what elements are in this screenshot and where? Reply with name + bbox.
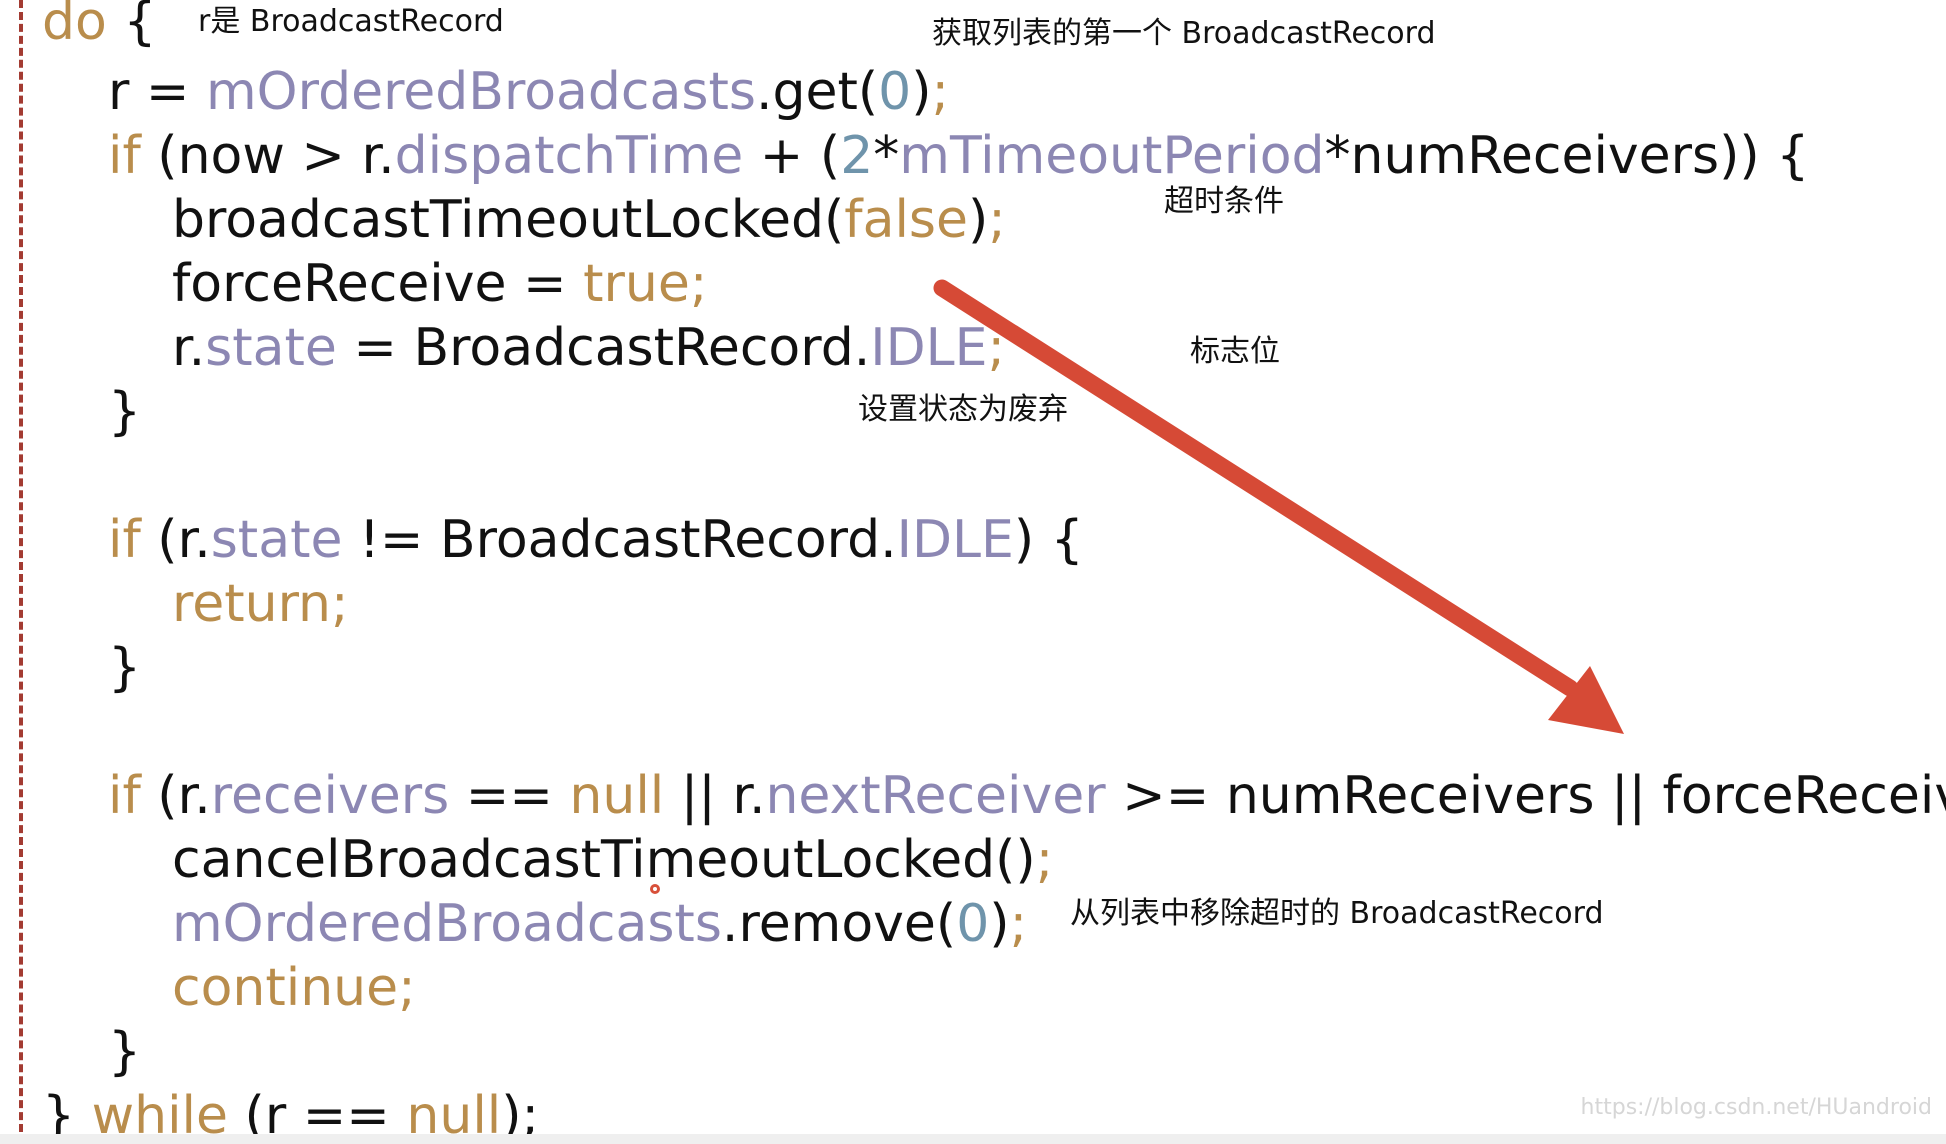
code-line: cancelBroadcastTimeoutLocked(); <box>172 828 1053 892</box>
code-token: ) <box>911 62 932 122</box>
code-token: ; <box>931 62 950 122</box>
code-token: = BroadcastRecord. <box>336 318 871 378</box>
code-token: } <box>108 1022 142 1082</box>
code-token: == <box>449 766 570 826</box>
code-token: false <box>844 190 968 250</box>
code-token: ; <box>987 318 1005 378</box>
code-token: return; <box>172 574 349 634</box>
bottom-strip <box>0 1134 1946 1144</box>
code-token: do <box>42 0 124 52</box>
code-token: r = <box>108 62 207 122</box>
gutter-dashed-line <box>19 0 23 1144</box>
code-line: r = mOrderedBroadcasts.get(0); <box>108 60 949 124</box>
code-token: ) { <box>1013 510 1084 570</box>
code-line: mOrderedBroadcasts.remove(0); <box>172 892 1027 956</box>
code-token: if <box>108 510 158 570</box>
code-token: cancelBroadcastTimeoutLocked() <box>172 830 1036 890</box>
annotation-flag: 标志位 <box>1190 334 1280 369</box>
code-line: if (r.state != BroadcastRecord.IDLE) { <box>108 508 1084 572</box>
code-token: state <box>210 510 343 570</box>
annotation-remove-timeout-record: 从列表中移除超时的 BroadcastRecord <box>1070 896 1604 931</box>
code-token: if <box>108 126 158 186</box>
code-line: return; <box>172 572 349 636</box>
cursor-dot-icon <box>650 884 660 894</box>
code-token: 2 <box>840 126 874 186</box>
code-token: ; <box>1009 894 1028 954</box>
screenshot-stage: do { r = mOrderedBroadcasts.get(0); if (… <box>0 0 1946 1144</box>
code-token: >= numReceivers || forceReceive) { <box>1122 766 1946 826</box>
code-token: } <box>108 382 142 442</box>
code-token: ) <box>989 894 1010 954</box>
code-token: continue; <box>172 958 416 1018</box>
code-token: ) <box>968 190 989 250</box>
code-line: do { <box>42 0 156 54</box>
code-token: mOrderedBroadcasts <box>206 62 756 122</box>
code-token: (r. <box>157 766 211 826</box>
code-token: state <box>205 318 337 378</box>
code-token: IDLE <box>870 318 988 378</box>
code-token: .remove( <box>721 894 957 954</box>
code-token: if <box>108 766 158 826</box>
code-line: r.state = BroadcastRecord.IDLE; <box>172 316 1005 380</box>
code-line: } <box>108 1020 141 1084</box>
code-token: * <box>873 126 900 186</box>
code-token: { <box>123 0 157 52</box>
annotation-r-is-broadcastrecord: r是 BroadcastRecord <box>198 4 504 39</box>
code-token: IDLE <box>896 510 1014 570</box>
watermark: https://blog.csdn.net/HUandroid <box>1580 1095 1932 1120</box>
code-token: .get( <box>755 62 879 122</box>
code-token: ; <box>988 190 1006 250</box>
code-token: nextReceiver <box>765 766 1106 826</box>
code-token: mTimeoutPeriod <box>899 126 1325 186</box>
code-token: ; <box>1035 830 1054 890</box>
code-token: (r. <box>157 510 211 570</box>
annotation-get-first-record: 获取列表的第一个 BroadcastRecord <box>932 16 1436 51</box>
code-line: forceReceive = true; <box>172 252 707 316</box>
code-token: } <box>108 638 142 698</box>
code-token: r. <box>172 318 206 378</box>
code-token: null <box>569 766 665 826</box>
code-token: || r. <box>664 766 766 826</box>
annotation-set-discarded: 设置状态为废弃 <box>858 392 1068 427</box>
code-token: != BroadcastRecord. <box>342 510 897 570</box>
code-token: forceReceive = <box>172 254 584 314</box>
code-token: + ( <box>743 126 841 186</box>
code-token: mOrderedBroadcasts <box>172 894 722 954</box>
code-line: if (r.receivers == null || r.nextReceive… <box>108 764 1946 828</box>
code-token: (now > r. <box>157 126 395 186</box>
code-token: *numReceivers)) { <box>1324 126 1810 186</box>
code-token: 0 <box>878 62 912 122</box>
code-token: broadcastTimeoutLocked( <box>172 190 845 250</box>
code-line: } <box>108 636 141 700</box>
code-line: continue; <box>172 956 416 1020</box>
code-token: 0 <box>956 894 990 954</box>
annotation-timeout-condition: 超时条件 <box>1164 184 1284 219</box>
code-line: if (now > r.dispatchTime + (2*mTimeoutPe… <box>108 124 1809 188</box>
code-token: true; <box>583 254 708 314</box>
code-line: broadcastTimeoutLocked(false); <box>172 188 1006 252</box>
code-line: } <box>108 380 141 444</box>
code-token: dispatchTime <box>394 126 744 186</box>
code-token: receivers <box>210 766 450 826</box>
